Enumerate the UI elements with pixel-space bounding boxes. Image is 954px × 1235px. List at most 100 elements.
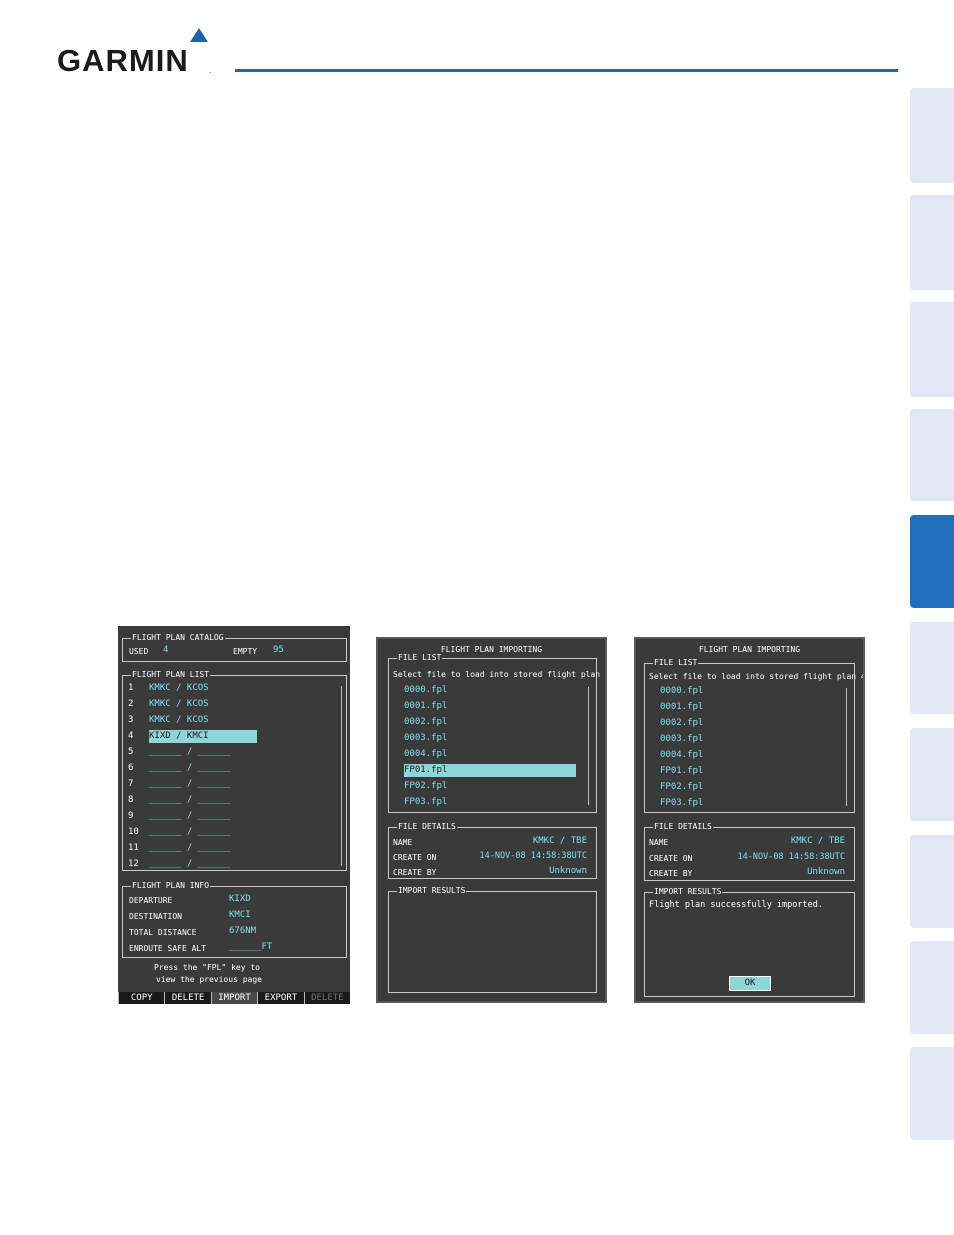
total-distance-label: TOTAL DISTANCE: [129, 928, 197, 937]
plan-name: KMKC / KCOS: [149, 683, 209, 693]
file-details-frame-2: FILE DETAILS NAME KMKC / TBE CREATE ON 1…: [644, 821, 855, 881]
import-results-legend: IMPORT RESULTS: [397, 885, 467, 896]
export-softkey[interactable]: EXPORT: [257, 992, 303, 1004]
header-rule: [235, 69, 898, 72]
destination-label: DESTINATION: [129, 912, 182, 921]
import-results-frame: IMPORT RESULTS: [388, 885, 597, 993]
created-by-label-2: CREATE BY: [649, 869, 693, 878]
section-tab-3[interactable]: [910, 302, 954, 397]
plan-row[interactable]: 8 ______ / ______: [125, 794, 325, 807]
plan-number: 3: [128, 715, 134, 725]
import-results-legend-2: IMPORT RESULTS: [653, 886, 723, 897]
plan-info-legend: FLIGHT PLAN INFO: [131, 880, 211, 891]
plan-name: ______ / ______: [149, 747, 231, 757]
file-row[interactable]: 0003.fpl: [404, 732, 447, 745]
section-tab-8[interactable]: [910, 835, 954, 928]
section-tab-1[interactable]: [910, 88, 954, 183]
plan-name: ______ / ______: [149, 763, 231, 773]
flight-plan-catalog-screen: FLIGHT PLAN CATALOG USED 4 EMPTY 95 FLIG…: [118, 626, 350, 1004]
ok-button[interactable]: OK: [729, 976, 771, 991]
plan-name: ______ / ______: [149, 795, 231, 805]
plan-name: ______ / ______: [149, 811, 231, 821]
file-list-scrollbar-2[interactable]: [846, 688, 847, 806]
plan-row[interactable]: 5 ______ / ______: [125, 746, 325, 759]
file-row[interactable]: 0000.fpl: [660, 685, 703, 698]
logo-wordmark: GARMIN: [57, 43, 189, 78]
plan-list-legend: FLIGHT PLAN LIST: [131, 669, 211, 680]
import-softkey[interactable]: IMPORT: [210, 992, 258, 1004]
import-results-frame-2: IMPORT RESULTS Flight plan successfully …: [644, 886, 855, 997]
import-result-message: Flight plan successfully imported.: [649, 900, 823, 910]
plan-row[interactable]: 2 KMKC / KCOS: [125, 698, 325, 711]
plan-name: KMKC / KCOS: [149, 699, 209, 709]
file-row[interactable]: FP01.fpl: [404, 764, 576, 777]
file-row[interactable]: 0002.fpl: [660, 717, 703, 730]
file-row[interactable]: 0004.fpl: [404, 748, 447, 761]
plan-row[interactable]: 9 ______ / ______: [125, 810, 325, 823]
file-list-legend-2: FILE LIST: [653, 657, 699, 668]
file-name-label-2: NAME: [649, 838, 669, 847]
plan-row[interactable]: 11 ______ / ______: [125, 842, 325, 855]
copy-softkey[interactable]: COPY: [118, 992, 164, 1004]
plan-list-scrollbar[interactable]: [341, 686, 342, 866]
file-row[interactable]: 0001.fpl: [404, 700, 447, 713]
safe-alt-value: ______FT: [229, 942, 273, 952]
plan-row[interactable]: 3 KMKC / KCOS: [125, 714, 325, 727]
file-name-value-2: KMKC / TBE: [790, 836, 845, 846]
departure-label: DEPARTURE: [129, 896, 173, 905]
delete-softkey[interactable]: DELETE: [164, 992, 210, 1004]
section-tab-6[interactable]: [910, 622, 954, 714]
file-row[interactable]: 0001.fpl: [660, 701, 703, 714]
plan-row[interactable]: 12 ______ / ______: [125, 858, 325, 871]
plan-row[interactable]: 7 ______ / ______: [125, 778, 325, 791]
plan-row[interactable]: 10 ______ / ______: [125, 826, 325, 839]
plan-number: 2: [128, 699, 134, 709]
section-tab-10[interactable]: [910, 1047, 954, 1140]
file-list-scrollbar[interactable]: [588, 687, 589, 805]
created-on-value-2: 14-NOV-08 14:58:38UTC: [737, 852, 845, 862]
plan-name: ______ / ______: [149, 827, 231, 837]
file-details-frame: FILE DETAILS NAME KMKC / TBE CREATE ON 1…: [388, 821, 597, 879]
plan-row[interactable]: 6 ______ / ______: [125, 762, 325, 775]
section-tab-4[interactable]: [910, 409, 954, 501]
softkey-bar: COPY DELETE IMPORT EXPORT DELETE ALL: [118, 992, 350, 1004]
file-row[interactable]: 0003.fpl: [660, 733, 703, 746]
file-row[interactable]: FP02.fpl: [404, 780, 447, 793]
section-tab-flight-management[interactable]: [910, 515, 954, 608]
file-row[interactable]: FP03.fpl: [404, 796, 447, 809]
file-row[interactable]: FP03.fpl: [660, 797, 703, 810]
plan-number: 12: [128, 859, 139, 869]
plan-row[interactable]: 4 KIXD / KMCI: [125, 730, 325, 743]
file-name-value: KMKC / TBE: [532, 836, 587, 846]
section-tab-9[interactable]: [910, 941, 954, 1034]
plan-row[interactable]: 1 KMKC / KCOS: [125, 682, 325, 695]
created-on-label-2: CREATE ON: [649, 854, 693, 863]
safe-alt-label: ENROUTE SAFE ALT: [129, 944, 207, 953]
created-by-value: Unknown: [549, 866, 587, 876]
plan-number: 1: [128, 683, 134, 693]
created-by-value-2: Unknown: [807, 867, 845, 877]
file-row[interactable]: 0004.fpl: [660, 749, 703, 762]
file-row[interactable]: 0002.fpl: [404, 716, 447, 729]
registered-mark: .: [209, 66, 212, 75]
plan-name: ______ / ______: [149, 859, 231, 869]
delete-all-softkey[interactable]: DELETE ALL: [303, 992, 350, 1004]
plan-number: 11: [128, 843, 139, 853]
file-list-frame-2: FILE LIST Select file to load into store…: [644, 657, 863, 813]
file-row[interactable]: FP01.fpl: [660, 765, 703, 778]
plan-number: 10: [128, 827, 139, 837]
file-list-frame: FILE LIST Select file to load into store…: [388, 652, 605, 813]
plan-list-frame: FLIGHT PLAN LIST 1 KMKC / KCOS 2 KMKC / KCO…: [122, 669, 347, 871]
file-row[interactable]: FP02.fpl: [660, 781, 703, 794]
created-on-value: 14-NOV-08 14:58:38UTC: [479, 851, 587, 861]
file-row[interactable]: 0000.fpl: [404, 684, 447, 697]
section-tab-7[interactable]: [910, 728, 954, 821]
plan-name: KIXD / KMCI: [149, 730, 257, 743]
destination-value: KMCI: [229, 910, 251, 920]
section-tab-2[interactable]: [910, 195, 954, 290]
plan-name: KMKC / KCOS: [149, 715, 209, 725]
file-prompt: Select file to load into stored flight p…: [393, 670, 607, 679]
file-details-legend-2: FILE DETAILS: [653, 821, 713, 832]
file-list-legend: FILE LIST: [397, 652, 443, 663]
import-title-2: FLIGHT PLAN IMPORTING: [698, 645, 801, 654]
